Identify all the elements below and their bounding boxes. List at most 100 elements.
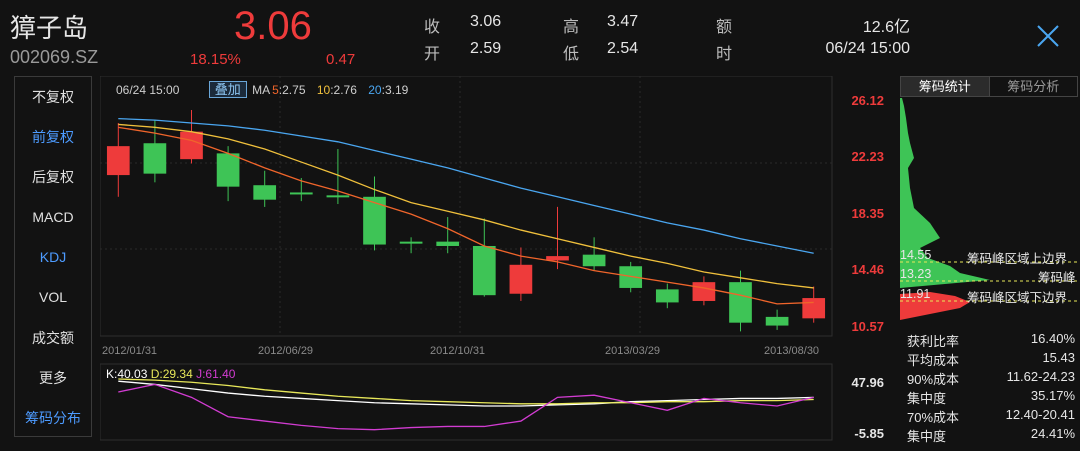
stats-value: 24.41% bbox=[1030, 426, 1075, 441]
kdj-j-value: J:61.40 bbox=[196, 367, 236, 381]
moving-averages bbox=[118, 118, 814, 305]
stat-value-time: 06/24 15:00 bbox=[825, 40, 910, 57]
chip-tabs: 筹码统计 筹码分析 bbox=[900, 76, 1078, 97]
tab-chip-analysis[interactable]: 筹码分析 bbox=[990, 77, 1078, 96]
candle-body bbox=[436, 241, 460, 246]
menu-item-chip-distribution[interactable]: 筹码分布 bbox=[15, 398, 91, 438]
candle bbox=[253, 170, 277, 207]
kdj-tick-label: 47.96 bbox=[851, 375, 884, 390]
change-amount: 0.47 bbox=[326, 51, 356, 68]
candle bbox=[802, 286, 826, 323]
ma5-value: :2.75 bbox=[278, 83, 306, 97]
peak-value: 13.23 bbox=[900, 267, 932, 281]
chart-date: 06/24 15:00 bbox=[116, 83, 180, 97]
y-tick-label: 26.12 bbox=[851, 93, 884, 108]
stat-label-time: 时 bbox=[716, 46, 733, 63]
tab-chip-stats[interactable]: 筹码统计 bbox=[901, 77, 990, 96]
menu-item-more[interactable]: 更多 bbox=[15, 358, 91, 398]
kdj-toolbar: K:40.03 D:29.34 J:61.40 bbox=[106, 367, 235, 381]
x-tick-label: 2013/08/30 bbox=[764, 345, 819, 357]
ma10-line bbox=[118, 123, 814, 289]
stats-row-70-cost: 70%成本 12.40-20.41 bbox=[907, 407, 1075, 426]
lower-boundary-label: 筹码峰区域下边界 bbox=[967, 291, 1068, 305]
kline-chart-svg[interactable]: 26.12 22.23 18.35 14.46 10.57 47.96 -5.85 2012… bbox=[100, 76, 890, 446]
kdj-k-value: K:40.03 bbox=[106, 367, 148, 381]
stats-label: 获利比率 bbox=[907, 334, 960, 349]
ma5-period: 5 bbox=[272, 83, 279, 97]
stat-value-low: 2.54 bbox=[607, 40, 639, 57]
stat-label-low: 低 bbox=[563, 46, 580, 63]
stats-value: 15.43 bbox=[1042, 350, 1075, 365]
menu-item-kdj[interactable]: KDJ bbox=[15, 237, 91, 277]
candle-body bbox=[802, 298, 826, 319]
stats-label: 90%成本 bbox=[907, 372, 960, 387]
x-tick-label: 2012/06/29 bbox=[258, 345, 313, 357]
stats-row-90-concentration: 集中度 35.17% bbox=[907, 388, 1075, 407]
stat-value-close: 3.06 bbox=[470, 13, 502, 30]
x-tick-label: 2012/01/31 bbox=[102, 345, 157, 357]
kline-chart[interactable]: 26.12 22.23 18.35 14.46 10.57 47.96 -5.85 2012… bbox=[100, 76, 890, 446]
candle-body bbox=[253, 185, 277, 200]
candle bbox=[546, 206, 569, 270]
candle bbox=[399, 237, 423, 254]
ma5-prefix: MA bbox=[252, 83, 271, 97]
stat-value-open: 2.59 bbox=[470, 40, 502, 57]
close-icon bbox=[1037, 25, 1059, 47]
upper-boundary-label: 筹码峰区域上边界 bbox=[967, 252, 1068, 266]
ma10-period: 10 bbox=[316, 83, 331, 97]
x-tick-label: 2012/10/31 bbox=[430, 345, 485, 357]
stat-value-amount: 12.6亿 bbox=[862, 19, 910, 36]
candles bbox=[106, 109, 826, 332]
close-button[interactable] bbox=[1030, 18, 1066, 54]
menu-item-backward-adjust[interactable]: 后复权 bbox=[15, 157, 91, 197]
candle-body bbox=[106, 146, 130, 176]
overlay-button[interactable]: 叠加 bbox=[208, 81, 247, 98]
stat-label-high: 高 bbox=[563, 19, 580, 36]
current-price: 3.06 bbox=[234, 4, 312, 48]
menu-item-vol[interactable]: VOL bbox=[15, 277, 91, 317]
candle bbox=[143, 120, 167, 183]
stats-row-avg-cost: 平均成本 15.43 bbox=[907, 350, 1075, 369]
candle-body bbox=[692, 282, 716, 301]
candle bbox=[326, 149, 350, 205]
y-axis-labels: 26.12 22.23 18.35 14.46 10.57 47.96 -5.85 bbox=[851, 93, 884, 441]
candle bbox=[472, 218, 496, 297]
y-tick-label: 14.46 bbox=[851, 262, 884, 277]
y-tick-label: 18.35 bbox=[851, 206, 884, 221]
candle-body bbox=[546, 256, 569, 261]
stats-value: 16.40% bbox=[1030, 331, 1075, 346]
x-axis-labels: 2012/01/31 2012/06/29 2012/10/31 2013/03/29… bbox=[102, 345, 819, 357]
candle bbox=[180, 109, 203, 164]
ma10-value: :2.76 bbox=[330, 83, 357, 97]
candle-body bbox=[655, 289, 679, 303]
candle-body bbox=[363, 196, 386, 245]
stats-label: 70%成本 bbox=[907, 410, 960, 425]
stats-label: 平均成本 bbox=[907, 353, 960, 368]
candle bbox=[765, 309, 789, 330]
candle-body bbox=[509, 264, 533, 294]
change-percent: 18.15% bbox=[190, 51, 241, 68]
menu-item-no-adjust[interactable]: 不复权 bbox=[15, 77, 91, 117]
chart-grid bbox=[100, 76, 833, 441]
menu-item-turnover[interactable]: 成交额 bbox=[15, 318, 91, 358]
candle-body bbox=[729, 282, 752, 323]
candle bbox=[106, 122, 130, 197]
stats-value: 12.40-20.41 bbox=[1005, 407, 1075, 422]
stats-row-profit-ratio: 获利比率 16.40% bbox=[907, 331, 1075, 350]
stock-code: 002069.SZ bbox=[10, 47, 99, 67]
ma-toolbar: 06/24 15:00 叠加 MA 5:2.75 10:2.76 20:3.19 bbox=[116, 81, 410, 98]
kdj-d-value: D:29.34 bbox=[150, 367, 193, 381]
menu-item-macd[interactable]: MACD bbox=[15, 197, 91, 237]
chip-stats-table: 获利比率 16.40% 平均成本 15.43 90%成本 11.62-24.23 集中… bbox=[907, 331, 1075, 445]
lower-boundary-value: 11.91 bbox=[900, 287, 931, 301]
ma20-period: 20 bbox=[368, 83, 382, 97]
menu-item-forward-adjust[interactable]: 前复权 bbox=[15, 117, 91, 157]
kdj-tick-label: -5.85 bbox=[854, 426, 884, 441]
y-tick-label: 10.57 bbox=[851, 319, 884, 334]
stats-label: 集中度 bbox=[907, 429, 947, 444]
y-tick-label: 22.23 bbox=[851, 149, 884, 164]
candle-body bbox=[399, 241, 423, 244]
peak-label: 筹码峰 bbox=[1038, 271, 1076, 285]
stats-row-90-cost: 90%成本 11.62-24.23 bbox=[907, 369, 1075, 388]
candle-body bbox=[765, 316, 789, 326]
